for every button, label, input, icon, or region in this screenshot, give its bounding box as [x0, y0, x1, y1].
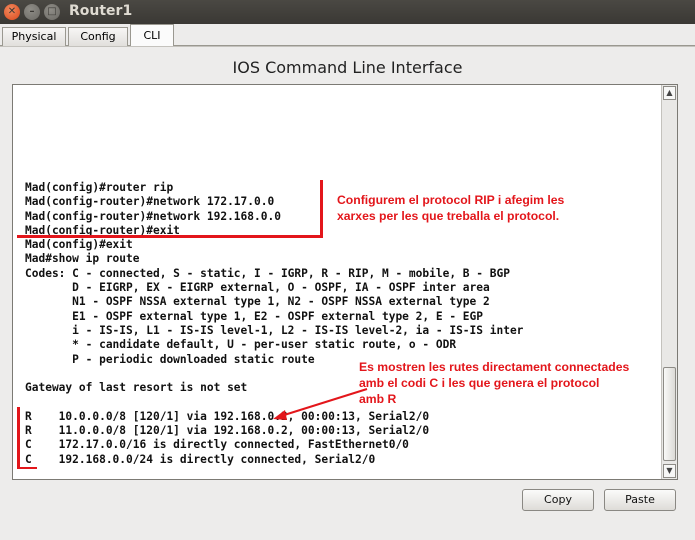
cli-line: * - candidate default, U - per-user stat… [25, 338, 457, 352]
cli-line: R 11.0.0.0/8 [120/1] via 192.168.0.2, 00… [25, 424, 430, 438]
close-window-icon[interactable]: ✕ [4, 4, 20, 20]
tab-cli[interactable]: CLI [130, 24, 174, 47]
cli-heading: IOS Command Line Interface [232, 58, 463, 77]
paste-button[interactable]: Paste [604, 489, 676, 511]
cli-line: C 172.17.0.0/16 is directly connected, F… [25, 438, 409, 452]
minimize-window-icon[interactable]: – [24, 4, 40, 20]
maximize-window-icon[interactable]: □ [44, 4, 60, 20]
annotation-rip-config: Configurem el protocol RIP i afegim les … [337, 193, 565, 223]
vertical-scrollbar[interactable]: ▲ ▼ [661, 85, 677, 479]
annotation-routes: Es mostren les rutes directament connect… [359, 360, 630, 406]
cli-line: D - EIGRP, EX - EIGRP external, O - OSPF… [25, 281, 490, 295]
scroll-down-icon[interactable]: ▼ [663, 464, 676, 478]
annotation-bracket-bottom [17, 235, 323, 238]
cli-line: i - IS-IS, L1 - IS-IS level-1, L2 - IS-I… [25, 323, 524, 337]
copy-button[interactable]: Copy [522, 489, 594, 511]
tab-bar: Physical Config CLI [0, 24, 695, 47]
title-bar: ✕ – □ Router1 [0, 0, 695, 24]
scrollbar-thumb[interactable] [663, 367, 676, 461]
router1-window: ✕ – □ Router1 Physical Config CLI IOS Co… [0, 0, 695, 540]
scroll-up-icon[interactable]: ▲ [663, 86, 676, 100]
cli-terminal[interactable]: Mad(config)#router rip Mad(config-router)… [12, 84, 678, 480]
cli-line: Mad#show ip route [25, 252, 140, 266]
annotation-arrow-icon [273, 388, 368, 420]
tab-physical[interactable]: Physical [2, 27, 66, 46]
annotation-bracket-left [17, 407, 20, 469]
window-title: Router1 [69, 3, 133, 19]
cli-line: E1 - OSPF external type 1, E2 - OSPF ext… [25, 309, 484, 323]
cli-line: N1 - OSPF NSSA external type 1, N2 - OSP… [25, 295, 490, 309]
cli-panel: IOS Command Line Interface Mad(config)#r… [0, 46, 695, 540]
annotation-bracket-right [320, 180, 323, 238]
annotation-underline [17, 467, 37, 469]
cli-line: Codes: C - connected, S - static, I - IG… [25, 266, 510, 280]
cli-line: Mad(config)#exit [25, 238, 133, 252]
tab-config[interactable]: Config [68, 27, 128, 46]
cli-line: C 192.168.0.0/24 is directly connected, … [25, 452, 376, 466]
